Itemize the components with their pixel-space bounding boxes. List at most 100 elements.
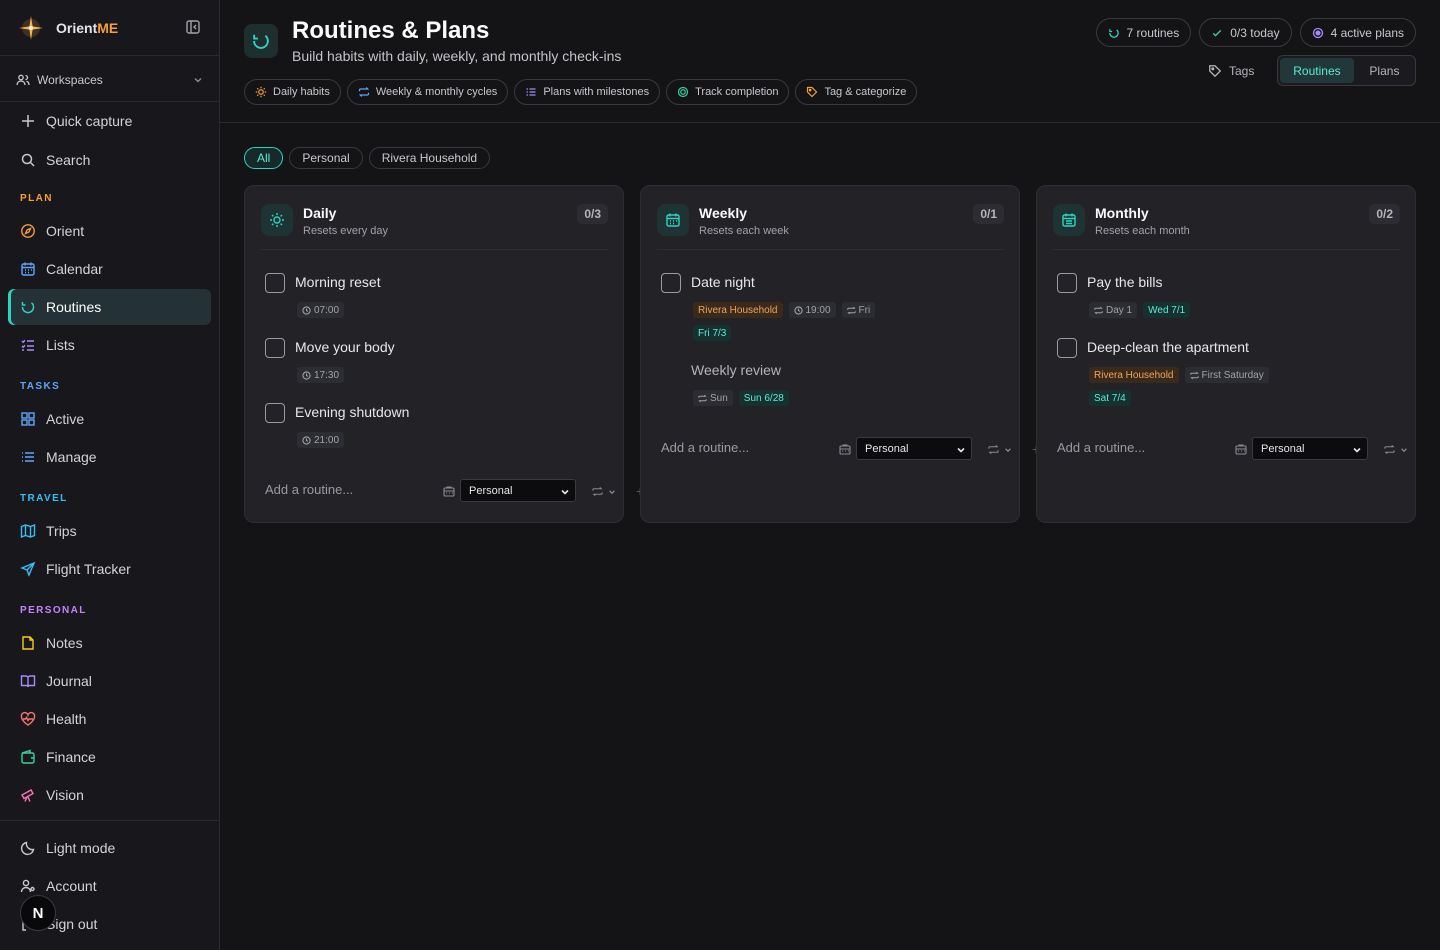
column-title: Monthly	[1095, 205, 1149, 221]
sidebar-item-health[interactable]: Health	[8, 701, 211, 737]
sidebar-item-finance[interactable]: Finance	[8, 739, 211, 775]
column-subtitle: Resets every day	[303, 225, 388, 237]
sidebar-item-active[interactable]: Active	[8, 401, 211, 437]
app-logo[interactable]: OrientME	[16, 14, 118, 42]
badge-text: First Saturday	[1201, 369, 1264, 381]
workspaces-dropdown[interactable]: Workspaces	[8, 66, 211, 94]
routine-checkbox[interactable]	[265, 273, 285, 293]
grid-icon	[20, 411, 36, 427]
badge-text: Day 1	[1106, 304, 1133, 316]
sidebar-item-orient[interactable]: Orient	[8, 213, 211, 249]
time-badge: 19:00	[788, 302, 836, 318]
quick-capture-button[interactable]: Quick capture	[8, 103, 211, 139]
column-subtitle: Resets each month	[1095, 225, 1190, 237]
sidebar-item-label: Finance	[46, 749, 96, 765]
column-header: Weekly Resets each week 0/1	[657, 202, 1004, 250]
list-icon	[525, 86, 537, 98]
brand-suffix: ME	[97, 20, 119, 36]
sidebar-item-label: Lists	[46, 337, 75, 353]
routine-meta: 07:00	[297, 302, 345, 318]
badge-text: Fri	[858, 304, 871, 316]
routine-meta: Rivera Household 19:00 Fri	[693, 302, 876, 318]
workspace-select[interactable]: Personal	[460, 479, 576, 502]
repeat-options-button[interactable]	[988, 444, 1012, 455]
routine-meta: 17:30	[297, 367, 345, 383]
time-badge: 17:30	[297, 367, 345, 383]
sidebar-item-flight-tracker[interactable]: Flight Tracker	[8, 551, 211, 587]
calendar-icon	[1053, 204, 1085, 236]
clock-icon	[793, 305, 803, 315]
add-routine-input[interactable]: Add a routine...	[661, 440, 749, 455]
repeat-badge: Day 1	[1089, 302, 1138, 318]
routine-checkbox[interactable]	[1057, 338, 1077, 358]
page-subtitle: Build habits with daily, weekly, and mon…	[292, 48, 622, 64]
repeat-badge: First Saturday	[1184, 367, 1269, 383]
feature-chip-label: Track completion	[695, 86, 779, 98]
routine-name[interactable]: Pay the bills	[1087, 274, 1162, 290]
sidebar-item-label: Orient	[46, 223, 85, 239]
filter-rivera-household[interactable]: Rivera Household	[368, 147, 491, 169]
sidebar-item-calendar[interactable]: Calendar	[8, 251, 211, 287]
routine-checkbox[interactable]	[661, 273, 681, 293]
filter-personal[interactable]: Personal	[289, 147, 363, 169]
routine-name[interactable]: Evening shutdown	[295, 404, 409, 420]
calendar-icon	[657, 204, 689, 236]
sidebar-item-journal[interactable]: Journal	[8, 663, 211, 699]
workspace-select[interactable]: Personal	[856, 437, 972, 460]
chevron-down-icon	[1004, 446, 1012, 454]
column-header: Monthly Resets each month 0/2	[1053, 202, 1400, 250]
badge-text: Sun	[710, 392, 728, 404]
routine-checkbox[interactable]	[265, 338, 285, 358]
add-routine-input[interactable]: Add a routine...	[265, 482, 353, 497]
sidebar-item-lists[interactable]: Lists	[8, 327, 211, 363]
repeat-options-button[interactable]	[592, 486, 616, 497]
add-routine-input[interactable]: Add a routine...	[1057, 440, 1145, 455]
routine-column-daily: Daily Resets every day 0/3 Morning reset…	[244, 185, 644, 523]
avatar[interactable]: N	[20, 895, 56, 931]
routine-name[interactable]: Weekly review	[691, 362, 781, 378]
divider	[0, 101, 219, 102]
routine-name[interactable]: Morning reset	[295, 274, 381, 290]
sidebar-item-routines[interactable]: Routines	[8, 289, 211, 325]
routine-meta: Fri 7/3	[693, 325, 732, 341]
wallet-icon	[20, 749, 36, 765]
filter-all[interactable]: All	[244, 147, 284, 169]
sidebar-item-label: Active	[46, 411, 85, 427]
sidebar-item-notes[interactable]: Notes	[8, 625, 211, 661]
repeat-icon	[1189, 371, 1199, 380]
feature-chip-tag: Tag & categorize	[795, 79, 918, 105]
section-tasks: TASKS	[20, 381, 61, 392]
stat-active-plans: 4 active plans	[1299, 18, 1416, 47]
routine-checkbox[interactable]	[1057, 273, 1077, 293]
sidebar-item-vision[interactable]: Vision	[8, 777, 211, 813]
chevron-down-icon	[608, 488, 616, 496]
add-routine-row: Add a routine... Personal +	[661, 437, 1040, 461]
feature-chips: Daily habits Weekly & monthly cycles Pla…	[244, 79, 918, 105]
routine-checkbox[interactable]	[265, 403, 285, 423]
tags-button[interactable]: Tags	[1208, 61, 1254, 81]
sidebar-item-manage[interactable]: Manage	[8, 439, 211, 475]
light-mode-toggle[interactable]: Light mode	[8, 830, 211, 866]
column-title: Daily	[303, 205, 337, 221]
routine-name[interactable]: Move your body	[295, 339, 395, 355]
sidebar-item-trips[interactable]: Trips	[8, 513, 211, 549]
tab-routines[interactable]: Routines	[1280, 58, 1354, 83]
tab-plans[interactable]: Plans	[1356, 58, 1413, 83]
user-icon	[20, 878, 36, 894]
routine-name[interactable]: Deep-clean the apartment	[1087, 339, 1249, 355]
search-button[interactable]: Search	[8, 142, 211, 178]
household-badge: Rivera Household	[1089, 367, 1179, 383]
sidebar-collapse-icon[interactable]	[185, 19, 201, 35]
note-icon	[20, 635, 36, 651]
view-toggle: Routines Plans	[1277, 55, 1416, 86]
routine-name[interactable]: Date night	[691, 274, 755, 290]
time-badge: 07:00	[297, 302, 345, 318]
repeat-options-button[interactable]	[1384, 444, 1408, 455]
repeat-icon	[698, 394, 707, 403]
feature-chip-label: Plans with milestones	[543, 86, 650, 98]
header-stats: 7 routines 0/3 today 4 active plans	[1095, 18, 1416, 47]
workspace-select[interactable]: Personal	[1252, 437, 1368, 460]
list-check-icon	[20, 337, 36, 353]
divider	[220, 122, 1440, 123]
select-value: Personal	[1261, 442, 1305, 455]
